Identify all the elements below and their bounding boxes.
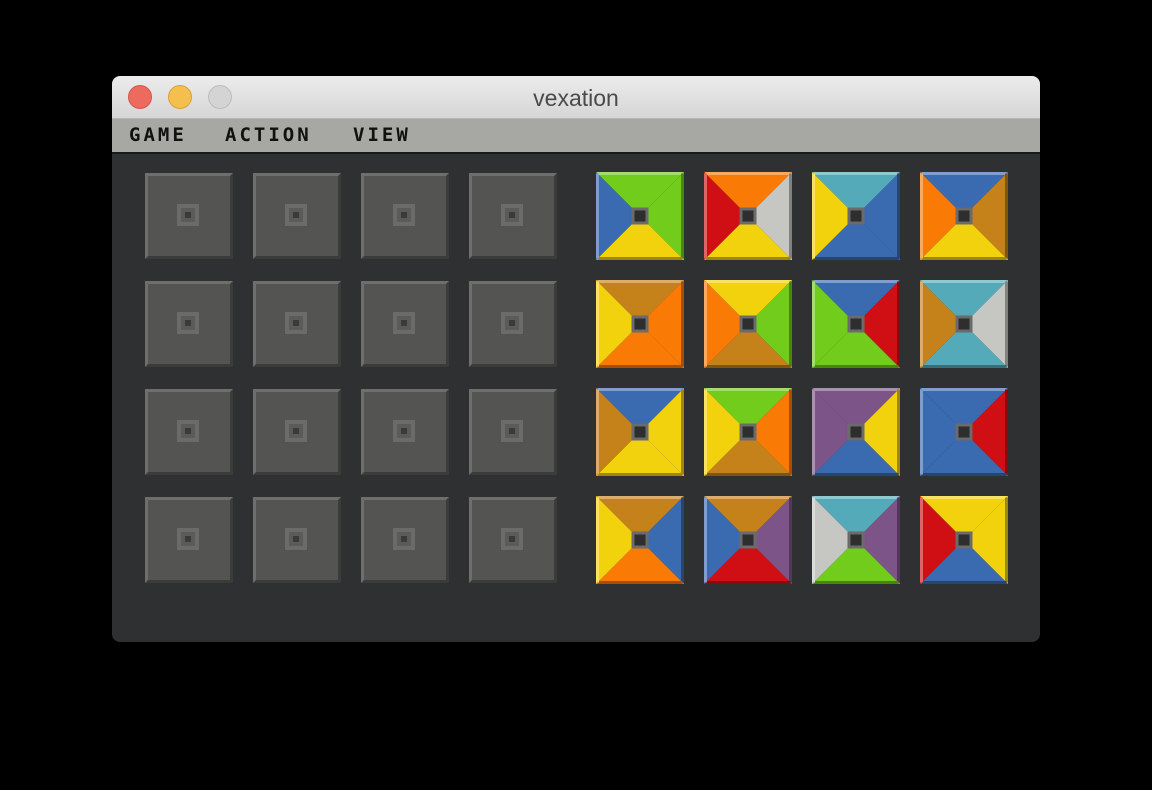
game-tile[interactable] — [920, 280, 1008, 368]
game-board: 0 — [112, 154, 1040, 642]
tile-center-cap — [631, 531, 649, 549]
menu-game[interactable]: GAME — [129, 124, 187, 146]
game-tile[interactable] — [920, 172, 1008, 260]
tile-center-cap — [739, 315, 757, 333]
tile-center-cap — [739, 423, 757, 441]
empty-slot[interactable] — [469, 497, 557, 583]
game-tile[interactable] — [920, 496, 1008, 584]
tile-center-cap — [955, 531, 973, 549]
empty-slot[interactable] — [253, 281, 341, 367]
app-window: vexation GAME ACTION VIEW 0 — [112, 76, 1040, 642]
game-tile[interactable] — [704, 280, 792, 368]
menu-view[interactable]: VIEW — [353, 124, 411, 146]
tile-center-cap — [847, 207, 865, 225]
empty-slot[interactable] — [361, 497, 449, 583]
tile-center-cap — [955, 207, 973, 225]
empty-slot[interactable] — [469, 173, 557, 259]
empty-slot[interactable] — [253, 173, 341, 259]
game-tile[interactable] — [704, 496, 792, 584]
tile-center-cap — [847, 531, 865, 549]
game-tile[interactable] — [812, 388, 900, 476]
empty-slot[interactable] — [145, 173, 233, 259]
game-tile[interactable] — [812, 280, 900, 368]
tile-center-cap — [847, 315, 865, 333]
game-tile[interactable] — [596, 172, 684, 260]
empty-slot[interactable] — [469, 389, 557, 475]
game-tile[interactable] — [596, 388, 684, 476]
empty-slot[interactable] — [361, 389, 449, 475]
game-tile[interactable] — [704, 388, 792, 476]
title-bar[interactable]: vexation — [112, 76, 1040, 119]
tile-center-cap — [631, 207, 649, 225]
tile-center-cap — [631, 423, 649, 441]
game-tile[interactable] — [596, 280, 684, 368]
game-tile[interactable] — [704, 172, 792, 260]
empty-slot[interactable] — [469, 281, 557, 367]
tile-center-cap — [955, 423, 973, 441]
empty-slot[interactable] — [145, 497, 233, 583]
empty-slot[interactable] — [361, 173, 449, 259]
empty-slot[interactable] — [253, 389, 341, 475]
empty-slot[interactable] — [361, 281, 449, 367]
empty-slot[interactable] — [253, 497, 341, 583]
tile-center-cap — [847, 423, 865, 441]
tile-center-cap — [739, 207, 757, 225]
menu-action[interactable]: ACTION — [225, 124, 312, 146]
tile-center-cap — [631, 315, 649, 333]
game-tile[interactable] — [920, 388, 1008, 476]
tile-center-cap — [739, 531, 757, 549]
empty-slot[interactable] — [145, 281, 233, 367]
menu-bar: GAME ACTION VIEW — [112, 119, 1040, 154]
empty-slot[interactable] — [145, 389, 233, 475]
window-title: vexation — [533, 85, 619, 111]
game-tile[interactable] — [812, 172, 900, 260]
game-tile[interactable] — [812, 496, 900, 584]
game-tile[interactable] — [596, 496, 684, 584]
tile-center-cap — [955, 315, 973, 333]
